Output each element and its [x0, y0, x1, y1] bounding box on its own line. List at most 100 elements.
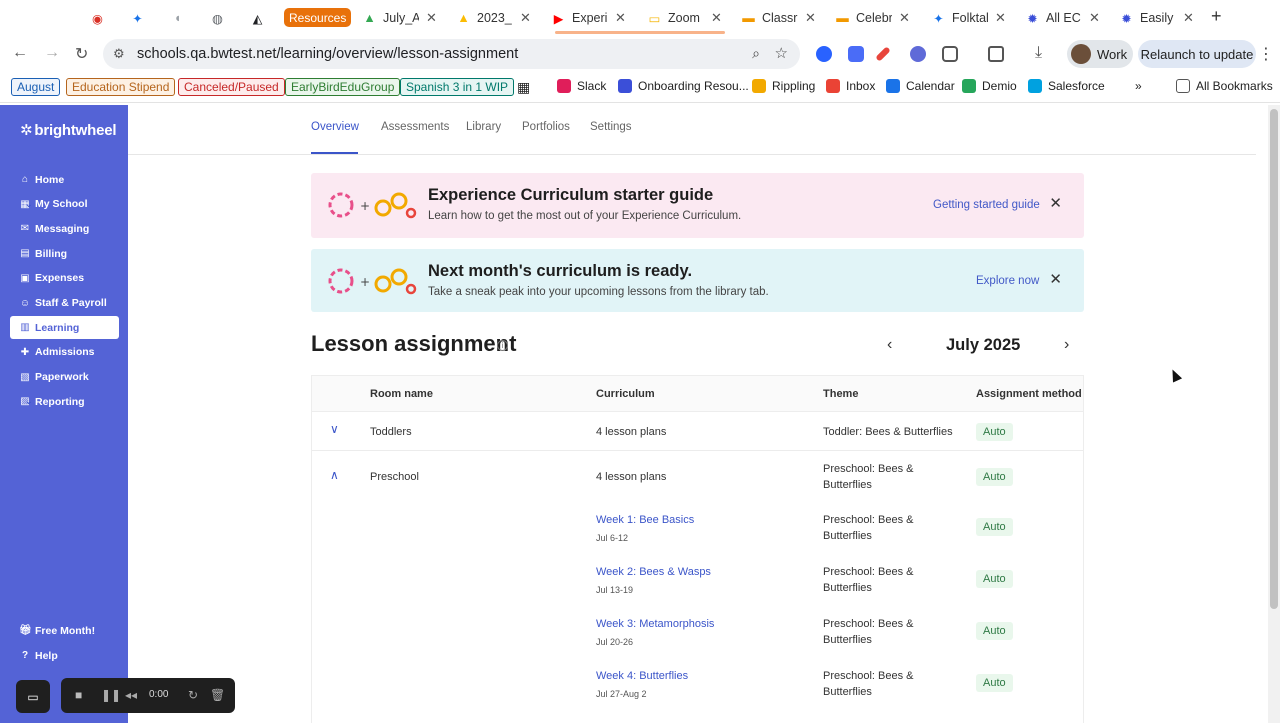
sidebar-item-learning[interactable]: ▥ Learning [10, 316, 119, 340]
tab-pinned-1[interactable]: ✦ [130, 5, 151, 31]
bookmark-slack[interactable]: Slack [557, 79, 606, 93]
close-icon[interactable]: ✕ [1049, 270, 1062, 288]
new-tab-button[interactable]: + [1211, 6, 1222, 27]
tab-celebr[interactable]: ▬ Celebr ✕ [835, 5, 910, 31]
info-icon[interactable]: i [497, 340, 508, 351]
tab-experi[interactable]: ▶ Experi ✕ [551, 5, 626, 31]
sidebar-item-billing[interactable]: ▤ Billing [10, 242, 119, 265]
puzzle-icon[interactable] [942, 46, 958, 62]
week-link[interactable]: Week 4: Butterflies [596, 668, 688, 684]
bookmark-education-stipend[interactable]: Education Stipend [66, 78, 176, 96]
table-row[interactable]: Week 2: Bees & Wasps Jul 13-19 Preschool: … [312, 556, 1083, 608]
bookmark-demio[interactable]: Demio [962, 79, 1017, 93]
bookmark-salesforce[interactable]: Salesforce [1028, 79, 1105, 93]
tab-group-resources[interactable]: Resources [284, 8, 352, 27]
tab-classr[interactable]: ▬ Classr ✕ [741, 5, 816, 31]
bookmark-calendar[interactable]: Calendar [886, 79, 955, 93]
bookmark-onboarding-resou[interactable]: Onboarding Resou... [618, 79, 749, 93]
sidebar-item-reporting[interactable]: ▨ Reporting ⌄ [10, 390, 119, 413]
bookmark-august[interactable]: August [11, 78, 61, 96]
pause-icon[interactable]: ❚❚ [101, 688, 121, 702]
page-scrollbar[interactable] [1268, 105, 1280, 723]
password-extension-icon[interactable] [816, 46, 832, 62]
more-bookmarks-icon[interactable]: » [1135, 79, 1142, 93]
bookmark-canceled-paused[interactable]: Canceled/Paused [178, 78, 285, 96]
tab-zoom[interactable]: ▭ Zoom ✕ [647, 5, 722, 31]
tab-2023-[interactable]: ▲ 2023_ ✕ [456, 5, 531, 31]
rewind-icon[interactable]: ◂◂ [125, 688, 137, 702]
status-badge[interactable]: Auto [976, 423, 1013, 441]
bookmark-inbox[interactable]: Inbox [826, 79, 875, 93]
week-link[interactable]: Week 1: Bee Basics [596, 512, 694, 528]
profile-button[interactable]: Work [1067, 40, 1133, 68]
sidebar-item-free-month[interactable]: 🎁︎ Free Month! [10, 619, 119, 642]
bookmark-spanish-3-in-1-wip[interactable]: Spanish 3 in 1 WIP [400, 78, 515, 96]
download-icon[interactable]: ⤓ [1035, 44, 1042, 62]
status-badge[interactable]: Auto [976, 518, 1013, 536]
tab-overview[interactable]: Overview [311, 121, 359, 133]
previous-month-button[interactable]: ‹ [887, 336, 892, 354]
apps-grid-icon[interactable]: ▦ [517, 79, 530, 96]
extension-icon[interactable] [848, 46, 864, 62]
menu-kebab-icon[interactable]: ⋮ [1258, 44, 1274, 64]
table-row[interactable]: Week 4: Butterflies Jul 27-Aug 2 Preschool… [312, 660, 1083, 712]
tab-all-ec[interactable]: ✹ All EC ✕ [1025, 5, 1100, 31]
sidebar-item-my-school[interactable]: ▦ My School ⌄ [10, 193, 119, 216]
globe-icon: ◍ [212, 11, 223, 26]
explore-now-link[interactable]: Explore now [976, 275, 1039, 287]
close-icon[interactable]: ✕ [1049, 194, 1062, 212]
expand-chevron-icon[interactable]: ∨ [330, 422, 339, 436]
status-badge[interactable]: Auto [976, 674, 1013, 692]
tab-settings[interactable]: Settings [590, 121, 632, 133]
status-badge[interactable]: Auto [976, 622, 1013, 640]
reload-button[interactable]: ↻ [75, 44, 88, 64]
status-badge[interactable]: Auto [976, 570, 1013, 588]
tab-easily[interactable]: ✹ Easily ✕ [1119, 5, 1194, 31]
status-badge[interactable]: Auto [976, 468, 1013, 486]
getting-started-link[interactable]: Getting started guide [933, 199, 1040, 211]
table-row[interactable]: Week 3: Metamorphosis Jul 20-26 Preschool:… [312, 608, 1083, 660]
sidebar-item-paperwork[interactable]: ▧ Paperwork [10, 366, 119, 389]
zoom-icon[interactable]: ⌕ [752, 45, 760, 62]
sidebar-item-expenses[interactable]: ▣ Expenses [10, 267, 119, 290]
tab-search-icon[interactable] [988, 46, 1004, 62]
collapse-chevron-icon[interactable]: ∧ [330, 468, 339, 482]
restart-icon[interactable]: ↻ [188, 688, 198, 702]
pen-extension-icon[interactable] [875, 46, 891, 62]
sidebar-item-home[interactable]: ⌂ Home [10, 168, 119, 191]
relaunch-button[interactable]: Relaunch to update [1138, 40, 1256, 68]
back-button[interactable]: ← [12, 44, 28, 62]
forward-button[interactable]: → [44, 44, 60, 62]
all-bookmarks-button[interactable]: All Bookmarks [1176, 79, 1273, 93]
scrollbar-thumb[interactable] [1270, 109, 1278, 609]
tab-pinned-0[interactable]: ◉ [90, 5, 111, 31]
table-row[interactable]: Week 1: Bee Basics Jul 6-12 Preschool: Bee… [312, 504, 1083, 556]
week-link[interactable]: Week 2: Bees & Wasps [596, 564, 711, 580]
bookmark-earlybirdedugroup[interactable]: EarlyBirdEduGroup [285, 78, 401, 96]
bookmark-star-icon[interactable]: ☆ [775, 44, 788, 62]
sidebar-item-admissions[interactable]: ✚ Admissions [10, 341, 119, 364]
delete-icon[interactable]: 🗑︎ [210, 688, 225, 702]
brightwheel-logo[interactable]: ✲ brightwheel [20, 121, 117, 140]
sidebar-item-messaging[interactable]: ✉ Messaging [10, 217, 119, 240]
tab-folktal[interactable]: ✦ Folktal ✕ [931, 5, 1006, 31]
sidebar-item-staff-payroll[interactable]: ☺ Staff & Payroll [10, 292, 119, 315]
tab-portfolios[interactable]: Portfolios [522, 121, 570, 133]
camera-button[interactable]: ▭ [16, 680, 50, 713]
tab-july-a[interactable]: ▲ July_A ✕ [362, 5, 437, 31]
chat-extension-icon[interactable] [910, 46, 926, 62]
tab-pinned-3[interactable]: ◍ [210, 5, 231, 31]
stop-icon[interactable]: ■ [75, 688, 82, 702]
week-link[interactable]: Week 3: Metamorphosis [596, 616, 714, 632]
table-row[interactable]: ∧ Preschool 4 lesson plans Preschool: Be… [312, 451, 1083, 504]
table-row[interactable]: ∨ Toddlers 4 lesson plans Toddler: Bees … [312, 412, 1083, 451]
next-month-button[interactable]: › [1064, 336, 1069, 354]
address-bar[interactable]: ⚙ schools.qa.bwtest.net/learning/overvie… [103, 39, 800, 69]
tab-library[interactable]: Library [466, 121, 501, 133]
site-settings-icon[interactable]: ⚙ [113, 46, 125, 62]
tab-assessments[interactable]: Assessments [381, 121, 449, 133]
bookmark-rippling[interactable]: Rippling [752, 79, 815, 93]
sidebar-item-help[interactable]: ? Help [10, 644, 119, 667]
tab-pinned-4[interactable]: ◭ [250, 5, 271, 31]
tab-pinned-2[interactable]: ◖ [170, 5, 191, 31]
